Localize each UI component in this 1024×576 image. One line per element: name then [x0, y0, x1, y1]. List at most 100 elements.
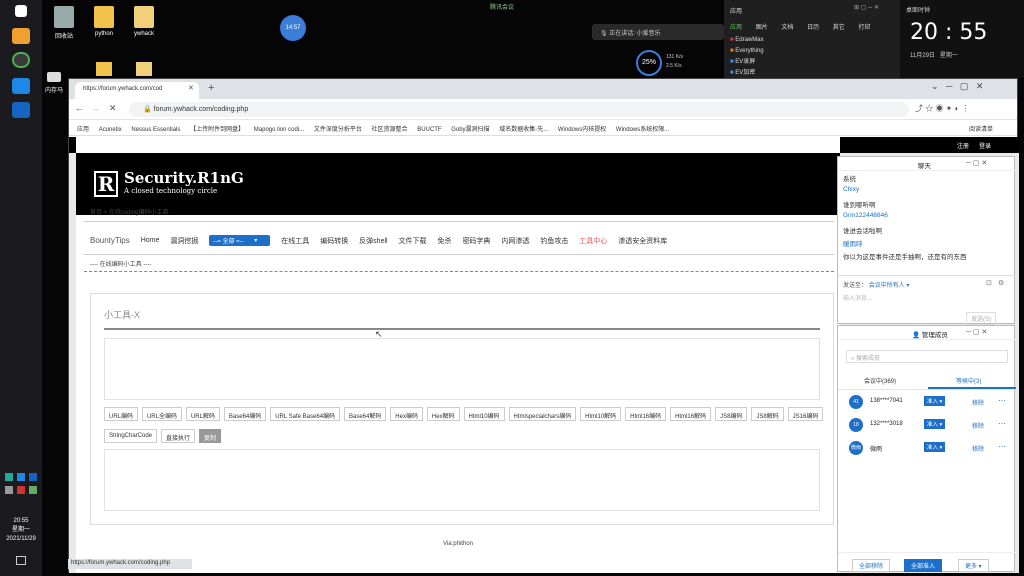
nav-item[interactable]: 编码转换	[320, 236, 348, 246]
chat-sender[interactable]: Chixy	[843, 186, 859, 193]
register-link[interactable]: 登录	[979, 141, 991, 150]
meeting-app-icon[interactable]	[12, 102, 30, 118]
nav-item[interactable]: 内网渗透	[501, 236, 529, 246]
admit-button[interactable]: 准入 ▾	[924, 419, 946, 429]
more-icon[interactable]: ⋯	[998, 396, 1006, 405]
bookmark[interactable]: 文件深度分析平台	[314, 124, 362, 133]
bookmark[interactable]: Goby漏洞扫描	[451, 124, 489, 133]
new-tab-icon[interactable]: +	[208, 82, 214, 94]
remove-button[interactable]: 移除	[972, 421, 984, 430]
breadcrumb[interactable]: 首页 > 在线coding编码小工具	[90, 207, 169, 216]
settings-icon[interactable]: ⚙	[998, 279, 1004, 287]
stringcharcode-button[interactable]: StringCharCode	[104, 429, 158, 443]
category-select[interactable]: --= 全部 =-- ▾	[209, 235, 271, 246]
bookmark[interactable]: Acunetix	[99, 127, 122, 133]
back-icon[interactable]: ←	[75, 103, 84, 113]
admit-button[interactable]: 准入 ▾	[924, 396, 946, 406]
chat-input[interactable]: 输入消息...	[843, 293, 872, 302]
site-title[interactable]: Security.R1nG	[124, 169, 244, 187]
app-item[interactable]: ■ EV录屏	[730, 57, 764, 68]
nav-item[interactable]: 密码字典	[462, 236, 490, 246]
window-controls[interactable]: ⌄ ─ ▢ ✕	[931, 81, 983, 92]
urlsafe-base64-button[interactable]: URL Safe Base64编码	[270, 407, 341, 421]
nav-item-hot[interactable]: 工具中心	[579, 236, 607, 246]
js8-encode-button[interactable]: JS8编码	[715, 407, 748, 421]
panel-tab[interactable]: 应用	[730, 25, 742, 31]
tray-icon[interactable]	[5, 486, 13, 494]
tray-icon[interactable]	[5, 473, 13, 481]
send-button[interactable]: 发送(S)	[966, 312, 996, 325]
url-encode-button[interactable]: URL编码	[104, 407, 139, 421]
file-explorer-icon[interactable]	[12, 28, 30, 44]
tab-close-icon[interactable]: ✕	[188, 84, 194, 92]
panel-tab[interactable]: 文档	[781, 25, 793, 31]
html16-encode-button[interactable]: Html16编码	[625, 407, 667, 421]
folder-icon[interactable]	[136, 62, 152, 76]
hex-decode-button[interactable]: Hex解码	[426, 407, 460, 421]
nav-item[interactable]: 渗透安全资料库	[618, 236, 667, 246]
browser-tab[interactable]: https://forum.ywhack.com/cod	[75, 82, 199, 99]
tray-icon[interactable]	[29, 486, 37, 494]
member-search-input[interactable]: ⌕ 搜索成员	[846, 350, 1008, 363]
url-decode-button[interactable]: URL解码	[185, 407, 220, 421]
nav-item-home[interactable]: Home	[141, 237, 160, 244]
image-icon[interactable]: ⊡	[986, 279, 992, 287]
copy-button[interactable]: 复制	[198, 429, 221, 443]
bookmark[interactable]: 域名数据收集-先...	[499, 124, 548, 133]
hex-encode-button[interactable]: Hex编码	[390, 407, 423, 421]
chrome-icon[interactable]	[12, 52, 30, 68]
remove-all-button[interactable]: 全部移除	[852, 559, 891, 572]
taskbar-clock[interactable]: 20:55 星期一 2021/11/29	[0, 517, 42, 544]
send-to-row[interactable]: 发送至： 会议中所有人 ▾	[843, 280, 909, 289]
chat-window-controls[interactable]: ─ ▢ ✕	[966, 159, 987, 167]
toolbar-icons[interactable]: ⤴ ☆ ◉ ✦ ◐ ⋮	[915, 103, 970, 114]
tray-icons[interactable]	[4, 473, 40, 507]
desktop-icon-ywhack[interactable]: ywhack	[124, 6, 164, 37]
bookmark[interactable]: BUUCTF	[417, 127, 441, 133]
url-full-encode-button[interactable]: URL全编码	[141, 407, 182, 421]
admit-button[interactable]: 准入 ▾	[924, 442, 946, 452]
members-window-controls[interactable]: ─ ▢ ✕	[966, 328, 987, 336]
app-icon-blue[interactable]	[12, 78, 30, 94]
forward-icon[interactable]: →	[91, 103, 100, 113]
panel-tab[interactable]: 日历	[807, 25, 819, 31]
html16-decode-button[interactable]: Html16解码	[670, 407, 712, 421]
more-icon[interactable]: ⋯	[998, 419, 1006, 428]
url-field[interactable]: 🔒 forum.ywhack.com/coding.php	[129, 102, 909, 117]
app-item[interactable]: ■ Everything	[730, 46, 764, 57]
output-textarea[interactable]	[104, 449, 820, 511]
bookmark[interactable]: Windows系统权限...	[616, 124, 669, 133]
bookmark[interactable]: 【上传附件到网盘】	[190, 124, 244, 133]
js16-encode-button[interactable]: JS16编码	[787, 407, 824, 421]
desktop-icon-recycle[interactable]: 回收站	[44, 6, 84, 40]
nav-item[interactable]: 免杀	[437, 236, 451, 246]
bookmark[interactable]: Mapogo lion codi...	[254, 127, 304, 133]
html10-encode-button[interactable]: Html10编码	[463, 407, 505, 421]
htmlspecialchars-button[interactable]: Htmlspecialchars编码	[508, 407, 577, 421]
tray-icon[interactable]	[29, 473, 37, 481]
tray-icon[interactable]	[17, 486, 25, 494]
bookmark[interactable]: 应用	[77, 124, 89, 133]
nav-item[interactable]: 钓鱼攻击	[540, 236, 568, 246]
tab-waiting[interactable]: 等候中(3)	[956, 376, 981, 385]
html10-decode-button[interactable]: Html10解码	[580, 407, 622, 421]
windows-start-icon[interactable]	[15, 5, 27, 17]
admit-all-button[interactable]: 全部准入	[904, 559, 943, 572]
bookmark[interactable]: Windows内核提权	[558, 124, 606, 133]
desktop-icon-python[interactable]: python	[84, 6, 124, 37]
desktop-icon-memshell[interactable]: 内存马	[42, 72, 66, 94]
bookmark[interactable]: 社区资源整合	[372, 124, 408, 133]
app-item[interactable]: ■ EdrawMax	[730, 35, 764, 46]
panel-tab[interactable]: 图片	[756, 25, 768, 31]
nav-item[interactable]: 漏洞挖掘	[170, 236, 198, 246]
more-button[interactable]: 更多 ▾	[958, 559, 989, 572]
remove-button[interactable]: 移除	[972, 398, 984, 407]
js8-decode-button[interactable]: JS8解码	[751, 407, 784, 421]
chat-sender[interactable]: 暖雨呼	[843, 238, 863, 248]
panel-tab[interactable]: 其它	[833, 25, 845, 31]
more-icon[interactable]: ⋯	[998, 442, 1006, 451]
nav-item[interactable]: 反弹shell	[359, 236, 387, 246]
nav-brand[interactable]: BountyTips	[90, 236, 130, 245]
tray-icon[interactable]	[17, 473, 25, 481]
reload-icon[interactable]: ✕	[109, 103, 117, 114]
